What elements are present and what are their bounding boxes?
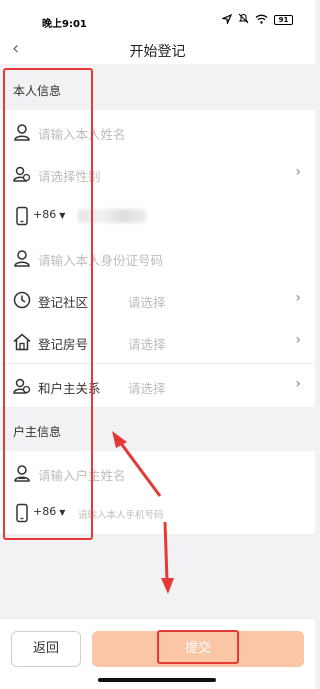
nav-bar: ‹ 开始登记: [0, 36, 315, 64]
self-name-input[interactable]: 请输入本人姓名: [38, 124, 126, 143]
chevron-right-icon: ›: [295, 376, 301, 392]
person-icon: [12, 122, 32, 142]
phone-icon: [12, 206, 32, 226]
gender-select[interactable]: 请选择性别: [38, 166, 101, 185]
relation-select[interactable]: 请选择: [128, 378, 166, 397]
back-button[interactable]: 返回: [11, 631, 81, 667]
muted-icon: [238, 13, 249, 27]
id-number-input[interactable]: 请输入本人身份证号码: [38, 250, 163, 269]
status-icons: 91: [220, 13, 293, 27]
country-code: +86: [33, 505, 57, 518]
submit-button[interactable]: 提交: [92, 631, 304, 667]
page-title: 开始登记: [129, 44, 186, 60]
community-label: 登记社区: [38, 295, 89, 310]
status-time: 晚上9:01: [42, 19, 87, 30]
community-select[interactable]: 请选择: [128, 292, 166, 311]
relation-row[interactable]: 和户主关系 请选择 ›: [0, 364, 315, 408]
chevron-right-icon: ›: [295, 164, 301, 180]
people-icon: [12, 376, 32, 396]
community-row[interactable]: 登记社区 请选择 ›: [0, 278, 315, 322]
gender-row[interactable]: 请选择性别 ›: [0, 152, 315, 196]
phone-icon: [12, 503, 32, 523]
owner-phone-input[interactable]: 请输入本人手机号码: [78, 507, 164, 521]
relation-label: 和户主关系: [38, 381, 101, 396]
home-indicator: [98, 678, 216, 682]
country-code: +86: [33, 208, 57, 221]
people-icon: [12, 164, 32, 184]
id-number-row[interactable]: 请输入本人身份证号码: [0, 236, 315, 280]
person-icon: [12, 248, 32, 268]
owner-name-row[interactable]: 请输入户主姓名: [0, 451, 315, 495]
caret-down-icon: ▼: [59, 508, 66, 517]
blurred-phone-number: [78, 209, 146, 223]
room-select[interactable]: 请选择: [128, 334, 166, 353]
home-icon: [12, 332, 32, 352]
country-code-select[interactable]: +86 ▼: [33, 505, 65, 518]
chevron-right-icon: ›: [295, 290, 301, 306]
room-label: 登记房号: [38, 337, 89, 352]
location-icon: [220, 13, 233, 27]
owner-info-header: 户主信息: [0, 413, 315, 451]
room-row[interactable]: 登记房号 请选择 ›: [0, 320, 315, 364]
chevron-right-icon: ›: [295, 332, 301, 348]
self-info-header: 本人信息: [0, 72, 315, 110]
country-code-select[interactable]: +86 ▼: [33, 208, 65, 221]
battery-indicator: 91: [274, 15, 293, 25]
wifi-icon: [255, 14, 268, 27]
clock-icon: [12, 290, 32, 310]
owner-phone-row[interactable]: +86 ▼ 请输入本人手机号码: [0, 491, 315, 535]
owner-name-input[interactable]: 请输入户主姓名: [38, 465, 126, 484]
self-phone-row[interactable]: +86 ▼: [0, 194, 315, 238]
status-bar: 晚上9:01 91: [0, 0, 315, 36]
person-outline-icon: [12, 463, 32, 483]
self-name-row[interactable]: 请输入本人姓名: [0, 110, 315, 154]
caret-down-icon: ▼: [59, 211, 66, 220]
